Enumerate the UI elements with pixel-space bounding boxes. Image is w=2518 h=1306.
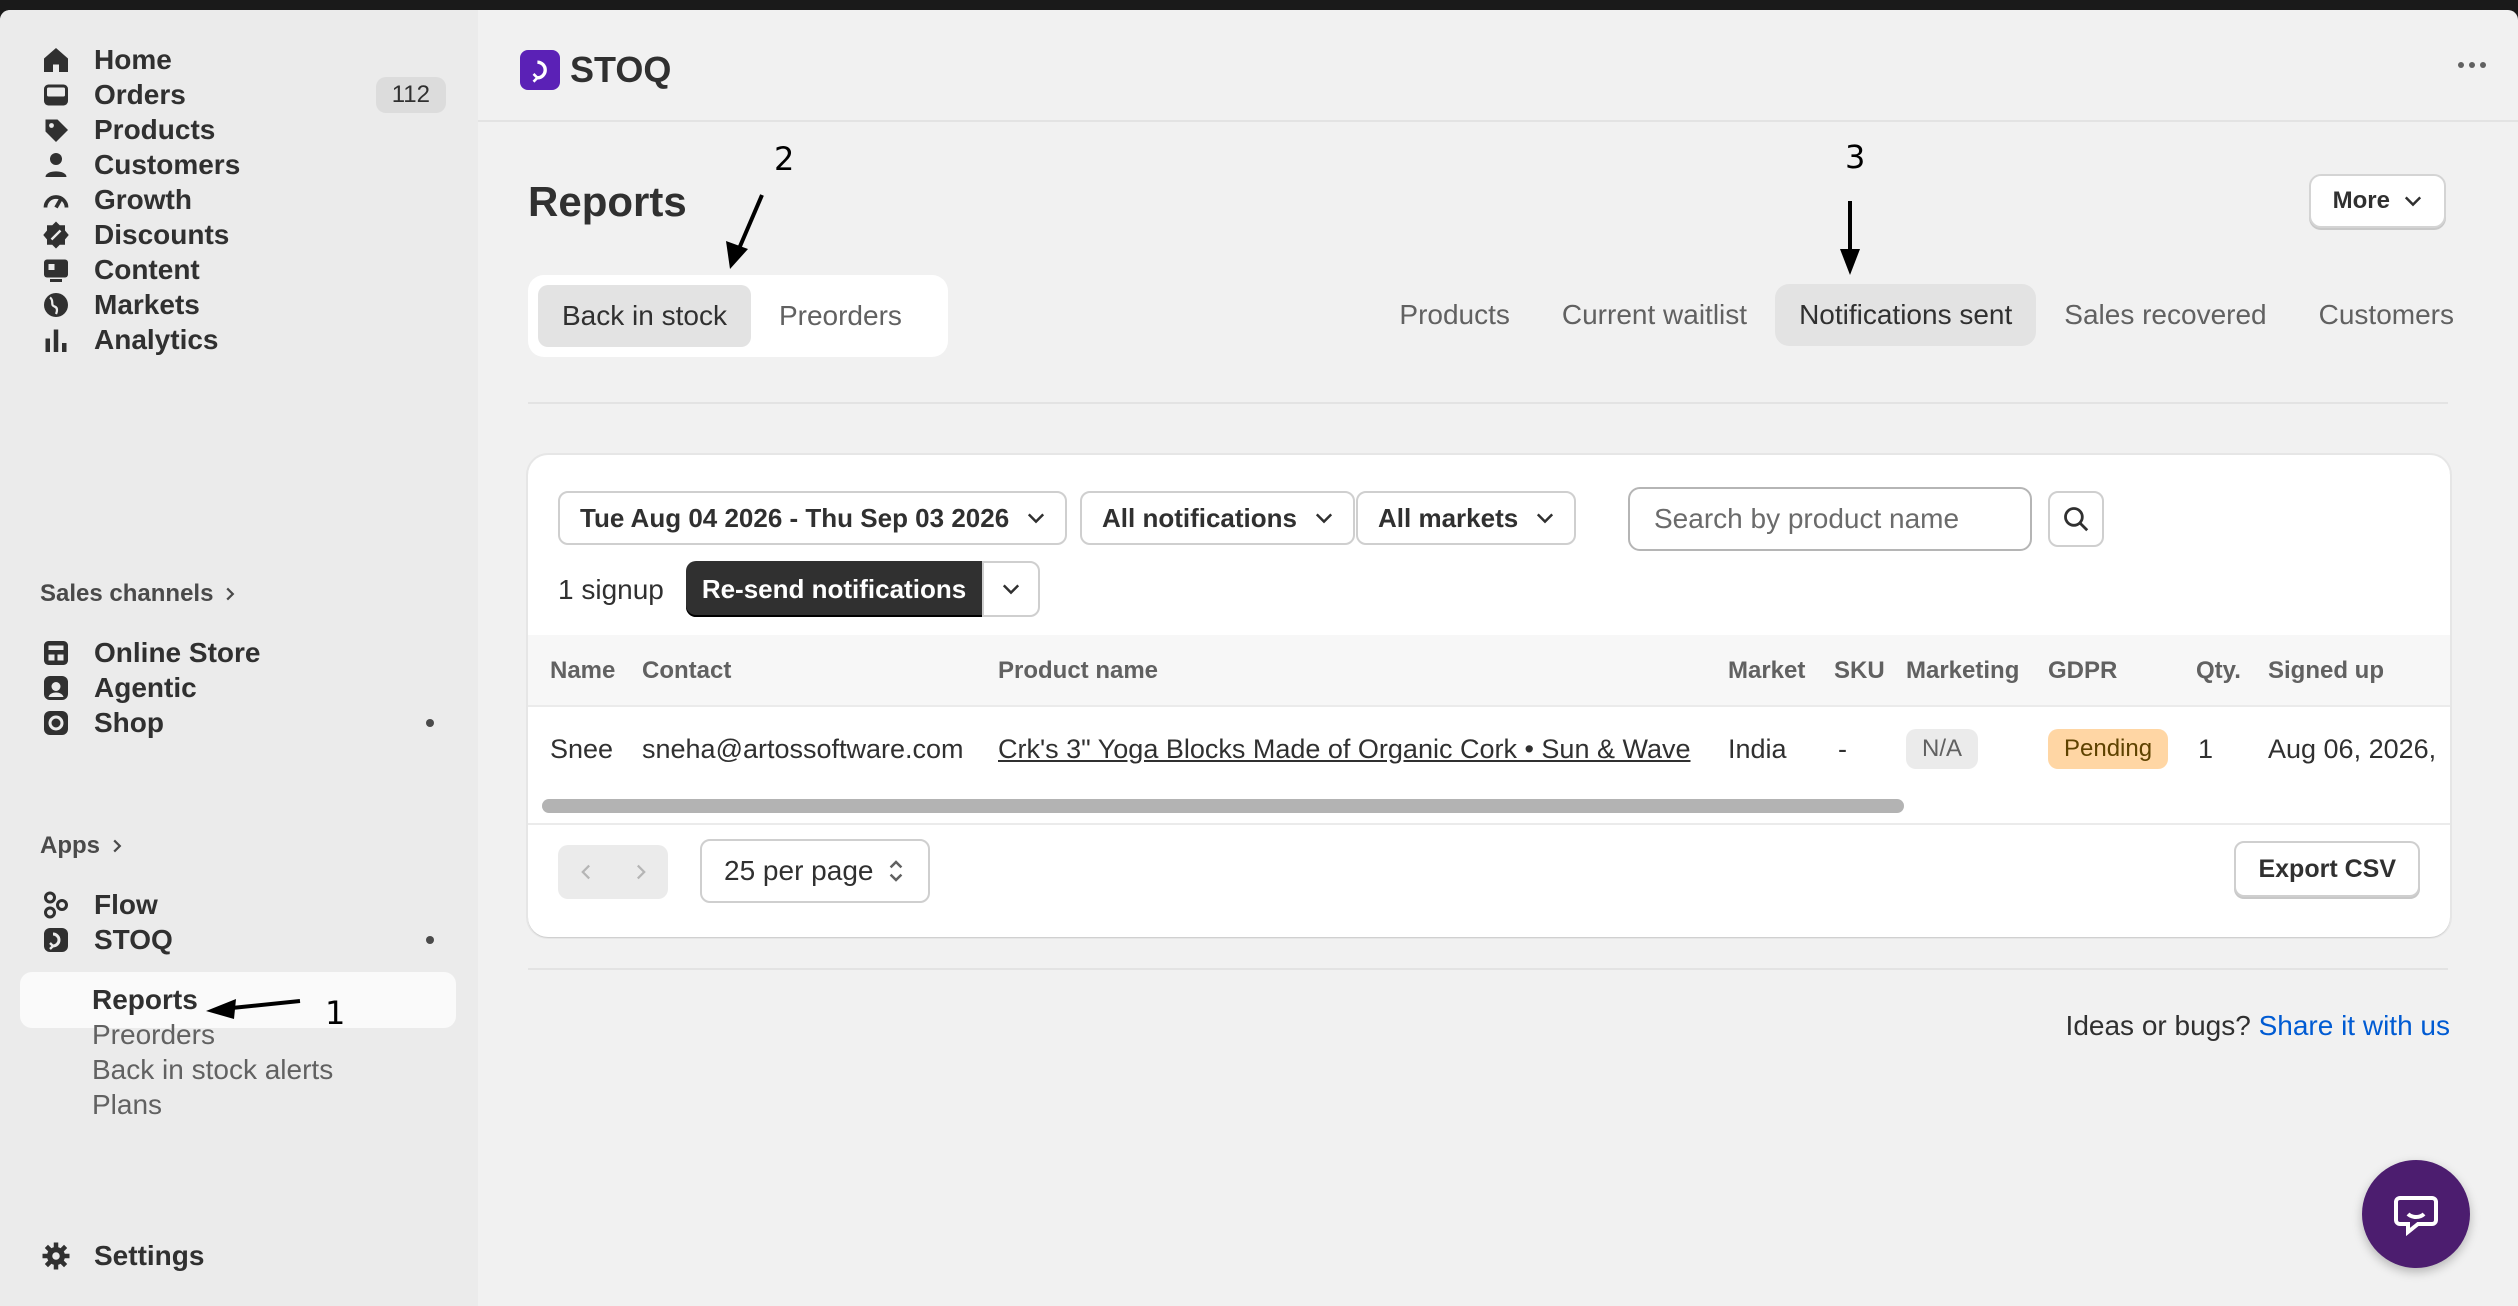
chevron-right-icon bbox=[636, 864, 646, 880]
product-search-input[interactable]: Search by product name bbox=[1628, 487, 2032, 551]
cell-signed-up: Aug 06, 2026, bbox=[2268, 733, 2437, 764]
annotation-label-1: 1 bbox=[325, 994, 346, 1032]
table-header: Name Contact Product name Market SKU Mar… bbox=[528, 635, 2450, 707]
column-header-signed-up[interactable]: Signed up bbox=[2268, 635, 2384, 707]
bar-chart-icon bbox=[40, 324, 72, 356]
feedback-line: Ideas or bugs? Share it with us bbox=[2065, 1010, 2450, 1041]
sidebar-subitem-plans[interactable]: Plans bbox=[20, 1077, 456, 1133]
app-title: STOQ bbox=[570, 49, 672, 90]
sidebar-item-settings[interactable]: Settings bbox=[20, 1228, 456, 1284]
tab-notifications-sent[interactable]: Notifications sent bbox=[1775, 284, 2037, 346]
tab-customers[interactable]: Customers bbox=[2295, 284, 2478, 346]
divider bbox=[528, 823, 2450, 825]
chevron-right-icon bbox=[113, 839, 122, 853]
cell-qty: 1 bbox=[2198, 733, 2214, 764]
status-dot bbox=[426, 936, 434, 944]
chevron-down-icon bbox=[1315, 513, 1333, 524]
sidebar-item-stoq[interactable]: STOQ bbox=[20, 912, 456, 968]
scrollbar-thumb[interactable] bbox=[542, 799, 1904, 813]
sales-channels-heading[interactable]: Sales channels bbox=[40, 580, 237, 608]
gear-icon bbox=[40, 1240, 72, 1272]
cell-marketing: N/A bbox=[1906, 707, 1979, 791]
apps-heading[interactable]: Apps bbox=[40, 832, 124, 860]
cell-product-link[interactable]: Crk's 3" Yoga Blocks Made of Organic Cor… bbox=[998, 707, 1691, 791]
date-range-picker[interactable]: Tue Aug 04 2026 - Thu Sep 03 2026 bbox=[558, 491, 1068, 545]
pagination-controls bbox=[558, 845, 668, 899]
cell-contact: sneha@artossoftware.com bbox=[642, 733, 964, 764]
previous-page-button[interactable] bbox=[558, 845, 613, 899]
notification-filter-select[interactable]: All notifications bbox=[1080, 491, 1355, 545]
column-header-qty[interactable]: Qty. bbox=[2196, 635, 2241, 707]
page-title: Reports bbox=[528, 178, 687, 225]
cell-name: Snee bbox=[550, 733, 614, 764]
next-page-button[interactable] bbox=[613, 845, 668, 899]
shop-icon bbox=[40, 707, 72, 739]
chat-support-button[interactable] bbox=[2362, 1160, 2470, 1268]
market-filter-select[interactable]: All markets bbox=[1356, 491, 1577, 545]
notifications-card: Tue Aug 04 2026 - Thu Sep 03 2026 All no… bbox=[528, 455, 2450, 937]
column-header-sku[interactable]: SKU bbox=[1834, 635, 1885, 707]
tab-sales-recovered[interactable]: Sales recovered bbox=[2040, 284, 2290, 346]
gdpr-status-badge: Pending bbox=[2048, 729, 2169, 769]
column-header-market[interactable]: Market bbox=[1728, 635, 1805, 707]
share-feedback-link[interactable]: Share it with us bbox=[2259, 1010, 2450, 1041]
chevron-down-icon bbox=[2404, 196, 2422, 207]
resend-options-button[interactable] bbox=[982, 561, 1040, 617]
cell-market: India bbox=[1728, 733, 1787, 764]
divider bbox=[528, 968, 2448, 970]
stoq-logo-icon bbox=[520, 50, 560, 90]
chat-icon bbox=[2394, 1196, 2438, 1237]
column-header-contact[interactable]: Contact bbox=[642, 635, 731, 707]
column-header-gdpr[interactable]: GDPR bbox=[2048, 635, 2117, 707]
column-header-product-name[interactable]: Product name bbox=[998, 635, 1158, 707]
main-content: STOQ Reports More Back in stock Preorder… bbox=[478, 10, 2518, 1306]
chevron-down-icon bbox=[1537, 513, 1554, 524]
selection-count: 1 signup bbox=[558, 574, 664, 605]
sidebar-item-analytics[interactable]: Analytics bbox=[20, 312, 456, 368]
sidebar: Home Orders 112 Products Customers Growt… bbox=[0, 10, 478, 1306]
segment-back-in-stock[interactable]: Back in stock bbox=[538, 285, 751, 347]
divider bbox=[528, 402, 2448, 404]
report-tabs: Products Current waitlist Notifications … bbox=[1375, 284, 2478, 346]
chevron-right-icon bbox=[226, 587, 235, 601]
app-header: STOQ bbox=[478, 10, 2518, 122]
table-row[interactable]: Snee sneha@artossoftware.com Crk's 3" Yo… bbox=[528, 707, 2450, 791]
annotation-label-3: 3 bbox=[1845, 138, 1866, 176]
horizontal-scrollbar[interactable] bbox=[528, 795, 2450, 815]
sidebar-item-shop[interactable]: Shop bbox=[20, 695, 456, 751]
status-dot bbox=[426, 719, 434, 727]
app-window: Home Orders 112 Products Customers Growt… bbox=[0, 10, 2518, 1306]
stoq-icon bbox=[40, 924, 72, 956]
tab-current-waitlist[interactable]: Current waitlist bbox=[1538, 284, 1771, 346]
tab-products[interactable]: Products bbox=[1375, 284, 1534, 346]
annotation-label-2: 2 bbox=[774, 140, 795, 178]
chevron-down-icon bbox=[1002, 584, 1020, 595]
chevron-left-icon bbox=[580, 864, 590, 880]
chevron-down-icon bbox=[1028, 513, 1045, 524]
column-header-name[interactable]: Name bbox=[550, 635, 615, 707]
search-button[interactable] bbox=[2048, 491, 2104, 547]
segment-preorders[interactable]: Preorders bbox=[755, 285, 926, 347]
export-csv-button[interactable]: Export CSV bbox=[2234, 841, 2420, 897]
marketing-status-badge: N/A bbox=[1906, 729, 1979, 769]
report-type-segmented-control: Back in stock Preorders bbox=[528, 275, 948, 357]
cell-sku: - bbox=[1838, 733, 1847, 764]
more-actions-icon[interactable] bbox=[2458, 62, 2486, 68]
more-button[interactable]: More bbox=[2308, 174, 2446, 228]
resend-notifications-button[interactable]: Re-send notifications bbox=[686, 561, 982, 617]
search-icon bbox=[2064, 507, 2089, 532]
per-page-select[interactable]: 25 per page bbox=[700, 839, 930, 903]
cell-gdpr: Pending bbox=[2048, 707, 2169, 791]
column-header-marketing[interactable]: Marketing bbox=[1906, 635, 2019, 707]
select-arrows-icon bbox=[890, 860, 903, 882]
